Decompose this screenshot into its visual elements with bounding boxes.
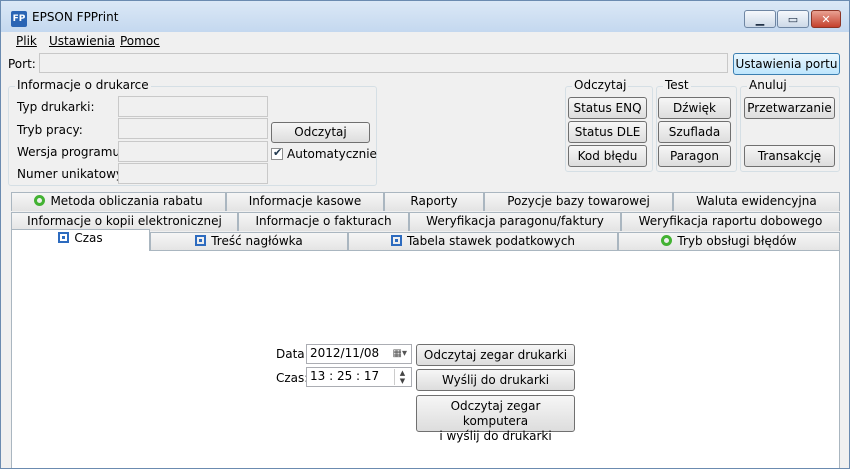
read-computer-clock-button[interactable]: Odczytaj zegar komputera i wyślij do dru…	[416, 395, 575, 443]
auto-checkbox-label: Automatycznie	[287, 147, 377, 161]
tab-cash-info[interactable]: Informacje kasowe	[226, 192, 384, 211]
tab-label: Pozycje bazy towarowej	[507, 194, 650, 208]
time-stepper[interactable]: 13 : 25 : 17 ▲ ▼	[306, 367, 412, 387]
cancel-group-title: Anuluj	[747, 78, 789, 92]
work-mode-label: Tryb pracy:	[17, 123, 83, 137]
tab-discount-method[interactable]: Metoda obliczania rabatu	[11, 192, 226, 211]
tab-daily-report-verification[interactable]: Weryfikacja raportu dobowego	[621, 212, 840, 231]
tab-currency[interactable]: Waluta ewidencyjna	[673, 192, 840, 211]
spin-arrows-icon[interactable]: ▲ ▼	[394, 369, 410, 385]
tab-label: Informacje o fakturach	[255, 214, 392, 228]
minimize-button[interactable]: ▁	[744, 10, 776, 28]
blue-square-icon	[390, 235, 402, 246]
tab-error-mode[interactable]: Tryb obsługi błędów	[618, 232, 840, 251]
tab-label: Informacje o kopii elektronicznej	[27, 214, 222, 228]
tab-label: Metoda obliczania rabatu	[50, 194, 203, 208]
tab-reports[interactable]: Raporty	[384, 192, 484, 211]
read-info-button[interactable]: Odczytaj	[271, 122, 370, 143]
tab-label: Weryfikacja paragonu/faktury	[426, 214, 604, 228]
blue-square-icon	[195, 235, 207, 246]
tab-header-content[interactable]: Treść nagłówka	[150, 232, 348, 251]
send-to-printer-button[interactable]: Wyślij do drukarki	[416, 369, 575, 391]
port-settings-button[interactable]: Ustawienia portu	[733, 53, 840, 75]
date-label: Data:	[276, 347, 309, 361]
close-icon: ✕	[821, 13, 831, 26]
read-printer-clock-button[interactable]: Odczytaj zegar drukarki	[416, 344, 575, 366]
menu-bar: Plik Ustawienia Pomoc	[1, 32, 849, 51]
menu-ustawienia[interactable]: Ustawienia	[49, 34, 115, 48]
tab-label: Treść nagłówka	[211, 234, 303, 248]
program-version-field[interactable]	[118, 141, 268, 162]
calendar-dropdown-icon[interactable]: ▦▾	[393, 345, 407, 362]
maximize-button[interactable]: ▭	[777, 10, 809, 28]
read-computer-clock-line1: Odczytaj zegar komputera	[450, 399, 541, 428]
tab-label: Tryb obsługi błędów	[677, 234, 797, 248]
tab-label: Raporty	[410, 194, 458, 208]
time-label: Czas:	[276, 371, 309, 385]
receipt-button[interactable]: Paragon	[658, 145, 731, 167]
tab-time[interactable]: Czas	[11, 229, 150, 251]
unique-number-field[interactable]	[118, 163, 268, 184]
read-computer-clock-line2: i wyślij do drukarki	[439, 429, 552, 443]
tab-label: Tabela stawek podatkowych	[406, 234, 576, 248]
tab-product-db[interactable]: Pozycje bazy towarowej	[484, 192, 673, 211]
date-picker[interactable]: 2012/11/08 ▦▾	[306, 344, 412, 364]
checkmark-icon: ✔	[273, 146, 283, 159]
tab-receipt-verification[interactable]: Weryfikacja paragonu/faktury	[409, 212, 621, 231]
green-circle-icon	[34, 195, 46, 206]
work-mode-field[interactable]	[118, 118, 268, 139]
date-value: 2012/11/08	[310, 346, 380, 360]
auto-checkbox[interactable]: ✔	[271, 146, 283, 160]
menu-pomoc[interactable]: Pomoc	[120, 34, 160, 48]
error-code-button[interactable]: Kod błędu	[568, 145, 647, 167]
app-window: FP EPSON FPPrint ▁ ▭ ✕ Plik Ustawienia P…	[0, 0, 850, 469]
tab-label: Waluta ewidencyjna	[696, 194, 817, 208]
app-icon: FP	[11, 11, 27, 27]
printer-type-field[interactable]	[118, 96, 268, 117]
tab-tax-rates[interactable]: Tabela stawek podatkowych	[348, 232, 618, 251]
close-button[interactable]: ✕	[811, 10, 841, 28]
tab-label: Informacje kasowe	[248, 194, 362, 208]
test-group-title: Test	[663, 78, 691, 92]
sound-button[interactable]: Dźwięk	[658, 97, 731, 119]
read-group-title: Odczytaj	[572, 78, 629, 92]
unique-number-label: Numer unikatowy:	[17, 167, 127, 181]
tab-label: Czas	[74, 231, 103, 245]
tab-label: Weryfikacja raportu dobowego	[638, 214, 823, 228]
cancel-processing-button[interactable]: Przetwarzanie	[744, 97, 835, 119]
window-title: EPSON FPPrint	[32, 10, 119, 24]
port-field[interactable]	[39, 53, 728, 73]
tab-invoice-info[interactable]: Informacje o fakturach	[238, 212, 409, 231]
port-label: Port:	[8, 57, 36, 71]
printer-info-title: Informacje o drukarce	[15, 78, 151, 92]
green-circle-icon	[661, 235, 673, 246]
maximize-icon: ▭	[787, 13, 799, 26]
printer-type-label: Typ drukarki:	[17, 100, 95, 114]
title-bar[interactable]: FP EPSON FPPrint ▁ ▭ ✕	[1, 1, 849, 32]
blue-square-icon	[58, 232, 70, 243]
program-version-label: Wersja programu:	[17, 145, 125, 159]
status-dle-button[interactable]: Status DLE	[568, 121, 647, 143]
time-value: 13 : 25 : 17	[310, 369, 380, 383]
minimize-icon: ▁	[755, 13, 765, 26]
cancel-transaction-button[interactable]: Transakcję	[744, 145, 835, 167]
menu-plik[interactable]: Plik	[16, 34, 37, 48]
status-enq-button[interactable]: Status ENQ	[568, 97, 647, 119]
drawer-button[interactable]: Szuflada	[658, 121, 731, 143]
